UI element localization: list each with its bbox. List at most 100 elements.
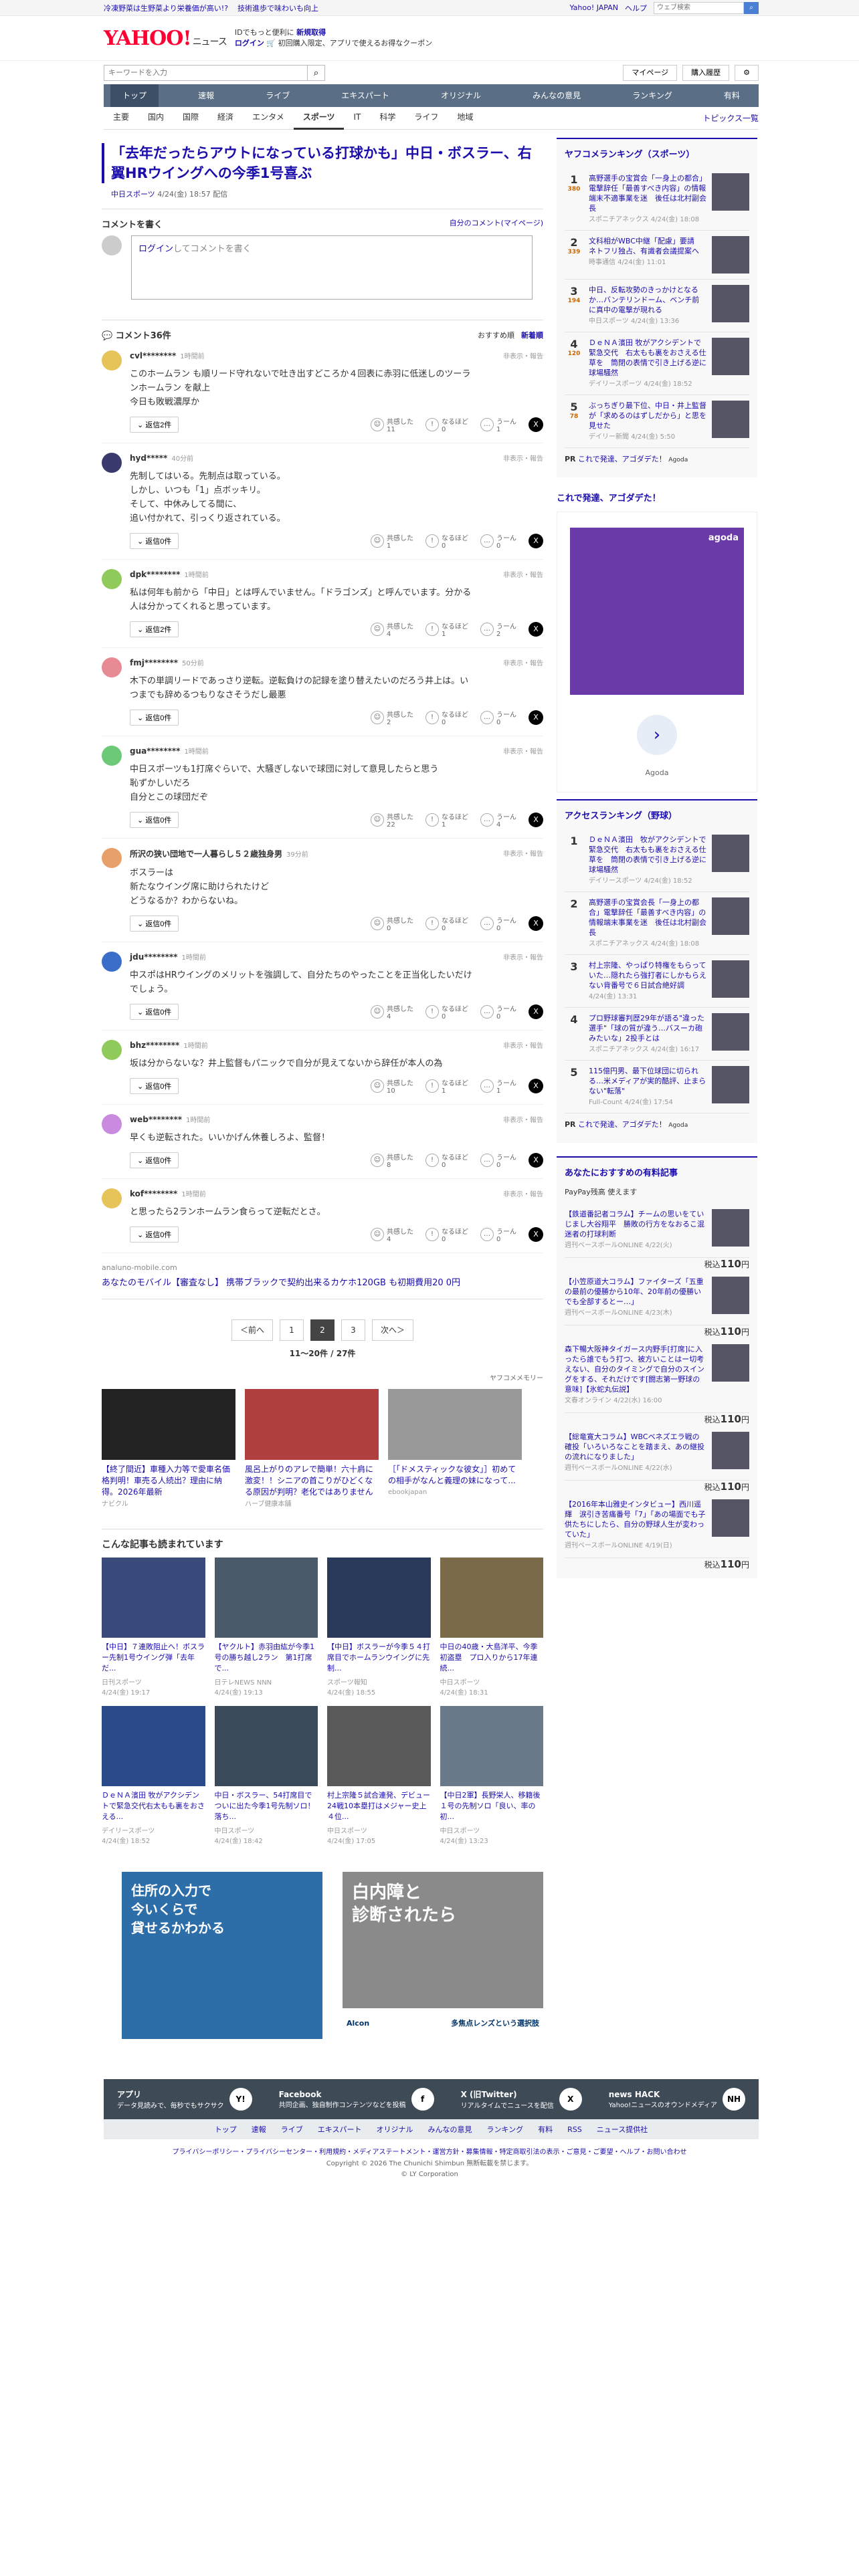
ranking-item[interactable]: 5 115億円男、最下位球団に切られる…米メディアが実的酷評、止まらない"転落" F… — [565, 1061, 749, 1113]
cat-domestic[interactable]: 国内 — [138, 106, 173, 130]
footer-nav-original[interactable]: オリジナル — [376, 2124, 413, 2135]
lens-ad[interactable]: 白内障と 診断されたら Alcon 多焦点レンズという選択肢 — [343, 1872, 543, 2039]
empathy-button[interactable]: ☺ 共感した 22 — [371, 811, 413, 829]
x-share-icon[interactable]: X — [529, 534, 543, 548]
gnav-original[interactable]: オリジナル — [429, 84, 493, 107]
avatar[interactable] — [102, 746, 122, 766]
comment-author[interactable]: hyd***** — [130, 453, 167, 463]
empathy-button[interactable]: ☺ 共感した 4 — [371, 1226, 413, 1243]
yahoo-japan-link[interactable]: Yahoo! JAPAN — [569, 3, 618, 12]
paid-item[interactable]: 【総竜寛大コラム】WBCベネズエラ戦の確投「いろいろなことを踏まえ、あの継投の流… — [565, 1425, 749, 1493]
avatar[interactable] — [102, 453, 122, 473]
article-title[interactable]: 「去年だったらアウトになっている打球かも」中日・ボスラー、右翼HRウイングへの今… — [102, 143, 543, 183]
rec-item[interactable]: 【終了間近】車種入力等で愛車名価格判明！車売る人続出？理由に納得。2026年最新… — [102, 1389, 235, 1509]
comment-author[interactable]: kof******** — [130, 1189, 177, 1198]
agoda-ad[interactable]: これで発達、アゴダデた！ agoda › Agoda — [557, 491, 757, 792]
hmm-button[interactable]: … うーん 0 — [480, 1226, 516, 1243]
hmm-button[interactable]: … うーん 0 — [480, 915, 516, 932]
report-link[interactable]: 非表示・報告 — [503, 569, 543, 579]
ranking-item[interactable]: 3 194 中日、反転攻勢のきっかけとなるか…バンテリンドーム、ベンチ前に真中の電撃… — [565, 280, 749, 332]
avatar[interactable] — [102, 952, 122, 972]
replies-button[interactable]: ⌄ 返信2件 — [130, 621, 179, 637]
avatar[interactable] — [102, 1114, 122, 1134]
gnav-opinion[interactable]: みんなの意見 — [520, 84, 593, 107]
my-comments-link[interactable]: 自分のコメント(マイページ) — [450, 217, 543, 230]
understand-button[interactable]: ! なるほど 0 — [425, 709, 468, 726]
avatar[interactable] — [102, 569, 122, 589]
footer-nav-expert[interactable]: エキスパート — [318, 2124, 362, 2135]
ranking-item[interactable]: 1 ＤｅＮＡ濱田 牧がアクシデントで緊急交代 右太もも裏をおさえる仕草を 筒閉の表… — [565, 829, 749, 892]
hmm-button[interactable]: … うーん 1 — [480, 416, 516, 433]
pr-link[interactable]: PR これで発達、アゴダデた！ Agoda — [565, 448, 749, 469]
footer-facebook-link[interactable]: Facebook 共同企画、独自制作コンテンツなどを投稿 f — [279, 2088, 434, 2111]
x-share-icon[interactable]: X — [529, 710, 543, 725]
understand-button[interactable]: ! なるほど 1 — [425, 621, 468, 638]
paid-item[interactable]: 【2016年本山雅史インタビュー】西川遥輝 涙引き苦痛番号「7」「あの場面でも子… — [565, 1493, 749, 1570]
cat-entertainment[interactable]: エンタメ — [243, 106, 294, 130]
empathy-button[interactable]: ☺ 共感した 10 — [371, 1077, 413, 1095]
page-2-button[interactable]: 2 — [310, 1319, 335, 1341]
comment-textarea[interactable]: ログインしてコメントを書く — [131, 235, 533, 300]
cat-world[interactable]: 国際 — [173, 106, 208, 130]
report-link[interactable]: 非表示・報告 — [503, 1188, 543, 1198]
web-search-input[interactable] — [654, 1, 744, 14]
prev-page-button[interactable]: ＜前へ — [231, 1319, 273, 1341]
topbar-promo-link[interactable]: 冷凍野菜は生野菜より栄養価が高い!? — [104, 3, 228, 13]
avatar[interactable] — [102, 350, 122, 370]
article-card[interactable]: 【中日2軍】長野栄人、移籍後１号の先制ソロ「良い、率の初... 中日スポーツ 4/2… — [440, 1706, 543, 1845]
comment-author[interactable]: gua******** — [130, 746, 180, 756]
hmm-button[interactable]: … うーん 0 — [480, 709, 516, 726]
article-card[interactable]: 中日の40歳・大島洋平、今季初盗塁 プロ入りから17年連続... 中日スポーツ 4/… — [440, 1558, 543, 1697]
realestate-ad[interactable]: 住所の入力で 今いくらで 貸せるかわかる — [122, 1872, 322, 2039]
hmm-button[interactable]: … うーん 0 — [480, 1152, 516, 1169]
gnav-top[interactable]: トップ — [110, 84, 159, 107]
avatar[interactable] — [102, 1040, 122, 1060]
cat-local[interactable]: 地域 — [448, 106, 482, 130]
understand-button[interactable]: ! なるほど 0 — [425, 915, 468, 932]
settings-button[interactable]: ⚙ — [735, 64, 759, 81]
avatar[interactable] — [102, 657, 122, 677]
x-share-icon[interactable]: X — [529, 813, 543, 827]
empathy-button[interactable]: ☺ 共感した 1 — [371, 532, 413, 550]
report-link[interactable]: 非表示・報告 — [503, 350, 543, 360]
comment-author[interactable]: fmj******** — [130, 658, 178, 667]
topics-list-link[interactable]: トピックス一覧 — [702, 112, 759, 124]
next-page-button[interactable]: 次へ＞ — [372, 1319, 414, 1341]
comment-author[interactable]: 所沢の狭い団地で一人暮らし５２歳独身男 — [130, 849, 282, 859]
footer-nav-live[interactable]: ライブ — [281, 2124, 303, 2135]
gnav-expert[interactable]: エキスパート — [329, 84, 401, 107]
empathy-button[interactable]: ☺ 共感した 11 — [371, 416, 413, 433]
hmm-button[interactable]: … うーん 0 — [480, 1003, 516, 1021]
cat-main[interactable]: 主要 — [104, 106, 138, 130]
cat-science[interactable]: 科学 — [370, 106, 405, 130]
cat-life[interactable]: ライフ — [405, 106, 448, 130]
footer-nav-opinion[interactable]: みんなの意見 — [427, 2124, 472, 2135]
footer-nav-providers[interactable]: ニュース提供社 — [597, 2124, 648, 2135]
ranking-item[interactable]: 4 プロ野球審判歴29年が語る"違った選手"「球の質が違う…バスーカ砲みたいな」2… — [565, 1008, 749, 1061]
ranking-item[interactable]: 5 78 ぶっちぎり最下位、中日・井上監督が「求めるのはずしだから」と思を見せた デイ… — [565, 395, 749, 448]
replies-button[interactable]: ⌄ 返信0件 — [130, 916, 179, 932]
footer-app-link[interactable]: アプリ データ見読みで、毎秒でもサクサク Y! — [117, 2088, 252, 2111]
footer-nav-rss[interactable]: RSS — [567, 2125, 582, 2134]
x-share-icon[interactable]: X — [529, 622, 543, 637]
hmm-button[interactable]: … うーん 0 — [480, 532, 516, 550]
report-link[interactable]: 非表示・報告 — [503, 848, 543, 859]
yahoo-news-logo[interactable]: YAHOO! ニュース — [104, 27, 227, 50]
gnav-ranking[interactable]: ランキング — [620, 84, 684, 107]
empathy-button[interactable]: ☺ 共感した 2 — [371, 709, 413, 726]
page-1-button[interactable]: 1 — [280, 1319, 304, 1341]
ranking-item[interactable]: 2 高野選手の宝賞会長「一身上の都合」電撃辞任「最善すべき内容」の情報端末事業を迷… — [565, 892, 749, 955]
replies-button[interactable]: ⌄ 返信0件 — [130, 1078, 179, 1094]
hmm-button[interactable]: … うーん 1 — [480, 1077, 516, 1095]
understand-button[interactable]: ! なるほど 0 — [425, 416, 468, 433]
ranking-item[interactable]: 4 120 ＤｅＮＡ濱田 牧がアクシデントで緊急交代 右太もも裏をおさえる仕草を 筒… — [565, 332, 749, 395]
chevron-right-icon[interactable]: › — [637, 714, 677, 755]
avatar[interactable] — [102, 1188, 122, 1208]
understand-button[interactable]: ! なるほど 0 — [425, 1003, 468, 1021]
replies-button[interactable]: ⌄ 返信0件 — [130, 1004, 179, 1020]
source-link[interactable]: 中日スポーツ — [111, 190, 155, 199]
x-share-icon[interactable]: X — [529, 1004, 543, 1019]
understand-button[interactable]: ! なるほど 0 — [425, 532, 468, 550]
replies-button[interactable]: ⌄ 返信2件 — [130, 417, 179, 433]
x-share-icon[interactable]: X — [529, 1153, 543, 1168]
